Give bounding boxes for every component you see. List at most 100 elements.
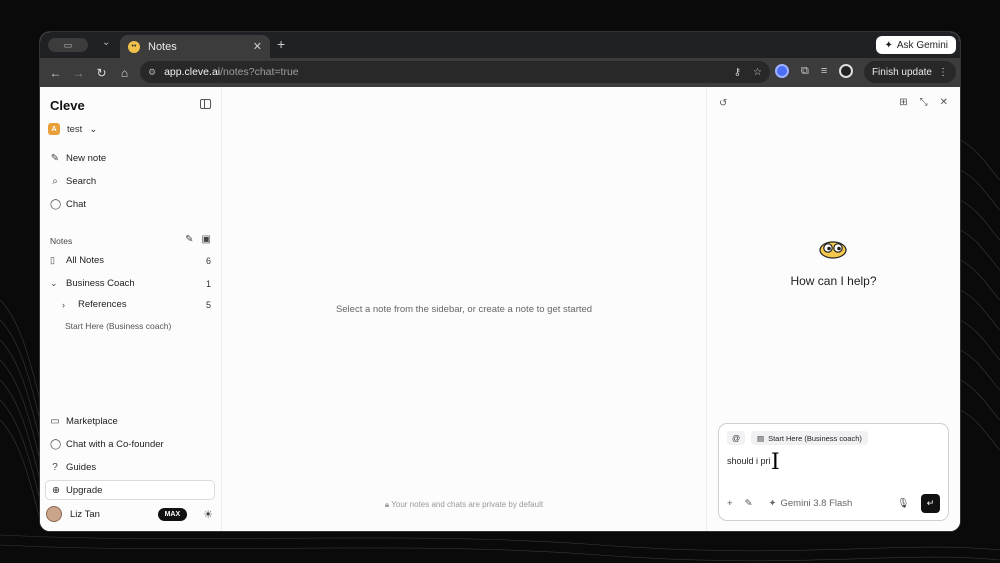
site-info-icon[interactable]: ⚙ (148, 67, 156, 78)
workspace-switcher[interactable]: A test ⌄ (48, 123, 97, 135)
chat-button[interactable]: ◯ Chat (50, 199, 86, 210)
ask-gemini-button[interactable]: ✦ Ask Gemini (876, 36, 956, 54)
close-icon[interactable]: ✕ (253, 40, 262, 53)
tab-title: Notes (148, 40, 177, 53)
notebook-icon: ▯ (50, 255, 55, 265)
browser-window: ▭ ⌄ •• Notes ✕ + ✦ Ask Gemini ← → ↻ ⌂ ⚙ … (40, 32, 960, 531)
privacy-text: Your notes and chats are private by defa… (391, 500, 544, 509)
references-label: References (78, 299, 127, 310)
workspace-avatar: A (48, 123, 60, 135)
brand-logo: Cleve (50, 98, 85, 113)
finish-update-label: Finish update (871, 66, 932, 78)
sun-icon[interactable]: ☀ (203, 508, 213, 521)
search-label: Search (66, 176, 97, 187)
sidebar-folder-business-coach[interactable]: ⌄ Business Coach 1 (50, 278, 211, 289)
text-cursor-icon: I (771, 450, 780, 475)
business-coach-label: Business Coach (66, 278, 135, 289)
workspace-name: test (67, 123, 83, 135)
chat-input[interactable]: should i pri (727, 456, 771, 466)
chevron-down-icon: ⌄ (89, 123, 98, 135)
ask-gemini-label: Ask Gemini (896, 39, 948, 51)
search-icon: ⌕ (52, 176, 58, 187)
sidebar-toggle-icon[interactable] (200, 99, 211, 109)
new-note-button[interactable]: ✎ New note (50, 153, 106, 164)
user-profile[interactable]: Liz Tan MAX ☀ (46, 504, 213, 524)
plan-badge: MAX (157, 507, 188, 521)
chat-label: Chat (66, 199, 87, 210)
cofounder-label: Chat with a Co-founder (66, 439, 164, 450)
context-chip[interactable]: ▤ Start Here (Business coach) (751, 431, 868, 445)
new-tab-icon[interactable]: + (277, 36, 285, 52)
search-button[interactable]: ⌕ Search (50, 176, 96, 187)
all-notes-count: 6 (205, 255, 211, 266)
sidebar: Cleve A test ⌄ ✎ New note ⌕ Search ◯ Cha… (40, 87, 222, 531)
new-note-label: New note (66, 153, 107, 164)
app: Cleve A test ⌄ ✎ New note ⌕ Search ◯ Cha… (40, 87, 960, 531)
bookmark-star-icon[interactable]: ☆ (753, 67, 762, 78)
sidebar-folder-references[interactable]: › References 5 (62, 299, 211, 310)
chevron-down-icon[interactable]: ⌄ (102, 37, 110, 48)
forward-icon[interactable]: → (67, 66, 90, 80)
help-circle-icon: ? (52, 462, 58, 473)
all-notes-label: All Notes (66, 255, 105, 266)
privacy-note: 🔒︎ Your notes and chats are private by d… (222, 500, 706, 510)
chat-bubble-icon: ◯ (50, 439, 62, 450)
sidebar-item-all-notes[interactable]: ▯ All Notes 6 (50, 255, 211, 266)
edit-icon: ✎ (50, 153, 60, 164)
model-selector[interactable]: ✦ Gemini 3.8 Flash (769, 498, 853, 509)
upgrade-label: Upgrade (65, 484, 103, 496)
address-bar[interactable]: ⚙ app.cleve.ai/notes?chat=true ⚷ ☆ (140, 61, 770, 83)
gemini-sparkle-icon: ✦ (768, 497, 777, 509)
back-icon[interactable]: ← (44, 66, 67, 80)
marketplace-label: Marketplace (66, 416, 118, 427)
references-count: 5 (205, 299, 211, 310)
user-name: Liz Tan (70, 508, 100, 520)
new-note-icon[interactable]: ✎ (185, 234, 193, 245)
media-control-icon[interactable]: ≡ (821, 65, 827, 77)
cofounder-chat-button[interactable]: ◯ Chat with a Co-founder (50, 439, 164, 450)
lock-icon: 🔒︎ (384, 500, 390, 509)
reload-icon[interactable]: ↻ (90, 66, 113, 80)
history-icon[interactable]: ↺ (719, 98, 727, 109)
puzzle-icon[interactable]: ⧉ (801, 65, 809, 78)
new-chat-icon[interactable]: ⊞ (899, 97, 907, 108)
upgrade-button[interactable]: ⊕ Upgrade (45, 480, 215, 500)
url-host: app.cleve.ai (164, 66, 221, 78)
chevron-right-icon: › (62, 299, 65, 310)
empty-state-message: Select a note from the sidebar, or creat… (335, 304, 593, 315)
sidebar-note-start-here[interactable]: Start Here (Business coach) (65, 321, 171, 331)
browser-toolbar: ← → ↻ ⌂ ⚙ app.cleve.ai/notes?chat=true ⚷… (40, 58, 960, 87)
finish-update-button[interactable]: Finish update ⋮ (863, 61, 956, 83)
business-coach-count: 1 (205, 278, 211, 289)
context-chip-label: Start Here (Business coach) (768, 433, 862, 443)
guides-button[interactable]: ? Guides (50, 462, 96, 473)
marketplace-button[interactable]: ▭ Marketplace (50, 416, 118, 427)
chevron-down-icon: ⌄ (50, 278, 58, 288)
mention-button[interactable]: @ (727, 431, 745, 445)
minimize-icon[interactable]: ⤡ (920, 97, 928, 108)
chat-bubble-icon: ◯ (50, 199, 62, 210)
notes-section-heading: Notes (50, 236, 73, 246)
plus-icon[interactable]: + (727, 498, 733, 509)
microphone-icon[interactable]: 🎙︎ (897, 498, 909, 509)
book-icon: ▭ (50, 416, 60, 427)
close-icon[interactable]: ✕ (940, 97, 948, 108)
send-button[interactable]: ↵ (921, 493, 940, 513)
chat-greeting: How can I help? (790, 274, 877, 288)
tab-notes[interactable]: •• Notes ✕ (120, 35, 270, 58)
document-icon: ▤ (757, 433, 765, 443)
pencil-icon[interactable]: ✎ (745, 498, 753, 509)
tab-group-pill[interactable]: ▭ (48, 38, 88, 52)
home-icon[interactable]: ⌂ (113, 66, 136, 80)
url-path: /notes?chat=true (220, 66, 299, 78)
arrow-up-circle-icon: ⊕ (52, 484, 60, 496)
password-key-icon[interactable]: ⚷ (734, 67, 741, 78)
chat-composer[interactable]: @ ▤ Start Here (Business coach) should i… (718, 423, 949, 521)
kebab-menu-icon[interactable]: ⋮ (938, 67, 948, 78)
model-name: Gemini 3.8 Flash (780, 497, 853, 509)
profile-icon[interactable] (839, 64, 854, 78)
cleve-favicon-icon: •• (128, 40, 140, 53)
extension-icon[interactable] (775, 64, 789, 78)
new-folder-icon[interactable]: ▣ (202, 234, 211, 245)
mascot-icon (819, 241, 847, 259)
